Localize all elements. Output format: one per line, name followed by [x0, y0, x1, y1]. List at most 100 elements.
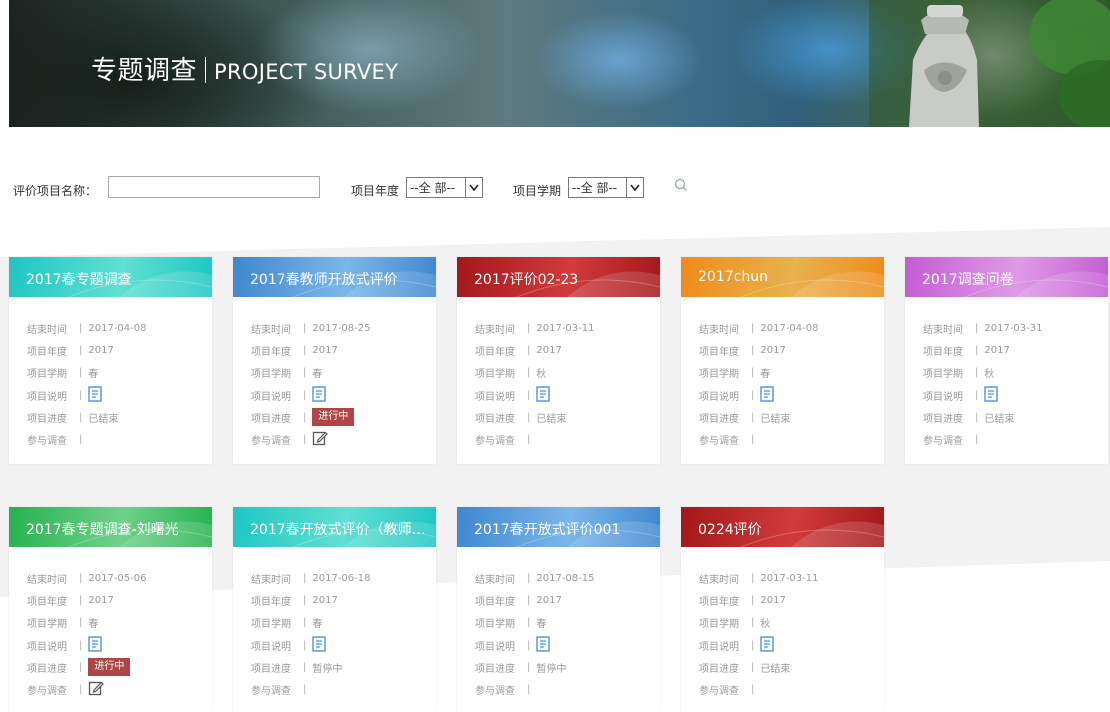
project-name-input[interactable] — [108, 176, 320, 198]
description-row: 项目说明 | — [699, 634, 884, 656]
year-label: 项目年度 — [27, 346, 67, 358]
card-title[interactable]: 2017春教师开放式评价 — [250, 269, 398, 289]
description-row: 项目说明 | — [475, 384, 660, 406]
join-survey-label: 参与调查 — [251, 686, 291, 698]
description-label: 项目说明 — [699, 391, 739, 403]
filter-bar: 评价项目名称： 项目年度 --全 部-- 项目学期 --全 部-- — [0, 168, 1110, 208]
year-select[interactable]: --全 部-- — [406, 177, 483, 198]
separator: | — [303, 684, 307, 696]
card-header[interactable]: 2017春专题调查 — [9, 257, 212, 297]
card-header[interactable]: 2017春开放式评价（教师… — [233, 507, 436, 547]
year-label: 项目年度 — [699, 346, 739, 358]
year-label: 项目年度 — [251, 346, 291, 358]
end-time-value: 2017-03-11 — [760, 572, 819, 584]
card-title[interactable]: 2017调查问卷 — [922, 269, 1014, 289]
year-value: 2017 — [760, 344, 786, 356]
term-label: 项目学期 — [475, 369, 515, 381]
document-icon[interactable] — [536, 385, 551, 405]
progress-label: 项目进度 — [699, 663, 739, 675]
survey-card[interactable]: 2017调查问卷 结束时间 | 2017-03-31 项目年度 | 2017 项目学… — [905, 257, 1108, 464]
survey-card[interactable]: 2017chun 结束时间 | 2017-04-08 项目年度 | 2017 项目学… — [681, 257, 884, 464]
separator: | — [303, 389, 307, 401]
term-value: 春 — [312, 619, 323, 631]
card-header[interactable]: 2017chun — [681, 257, 884, 297]
separator: | — [975, 389, 979, 401]
end-time-row: 结束时间 | 2017-03-11 — [699, 567, 884, 589]
term-label: 项目学期 — [699, 619, 739, 631]
card-header[interactable]: 2017春开放式评价001 — [457, 507, 660, 547]
year-row: 项目年度 | 2017 — [251, 339, 436, 361]
progress-label: 项目进度 — [27, 413, 67, 425]
edit-icon[interactable] — [88, 680, 105, 699]
separator: | — [527, 434, 531, 446]
term-value: 秋 — [536, 369, 547, 381]
join-survey-row: 参与调查 | — [27, 678, 212, 700]
term-row: 项目学期 | 春 — [27, 612, 212, 634]
survey-card[interactable]: 2017春开放式评价（教师… 结束时间 | 2017-06-18 项目年度 | 20… — [233, 507, 436, 712]
year-row: 项目年度 | 2017 — [923, 339, 1108, 361]
card-header[interactable]: 2017评价02-23 — [457, 257, 660, 297]
separator: | — [527, 367, 531, 379]
document-icon[interactable] — [760, 635, 775, 655]
edit-icon[interactable] — [312, 430, 329, 449]
description-row: 项目说明 | — [699, 384, 884, 406]
year-label: 项目年度 — [351, 184, 400, 198]
end-time-row: 结束时间 | 2017-08-15 — [475, 567, 660, 589]
term-value: 春 — [88, 369, 99, 381]
separator: | — [527, 639, 531, 651]
progress-row: 项目进度 | 已结束 — [923, 406, 1108, 428]
end-time-row: 结束时间 | 2017-06-18 — [251, 567, 436, 589]
survey-card[interactable]: 2017春开放式评价001 结束时间 | 2017-08-15 项目年度 | 201… — [457, 507, 660, 712]
document-icon[interactable] — [88, 635, 103, 655]
term-select[interactable]: --全 部-- — [568, 177, 644, 198]
document-icon[interactable] — [984, 385, 999, 405]
year-row: 项目年度 | 2017 — [475, 589, 660, 611]
card-title[interactable]: 2017春专题调查-刘曙光 — [26, 519, 179, 539]
card-title[interactable]: 2017春开放式评价001 — [474, 519, 620, 539]
card-header[interactable]: 0224评价 — [681, 507, 884, 547]
separator: | — [303, 594, 307, 606]
year-value: 2017 — [312, 344, 338, 356]
document-icon[interactable] — [312, 385, 327, 405]
card-header[interactable]: 2017春专题调查-刘曙光 — [9, 507, 212, 547]
term-value: 春 — [760, 369, 771, 381]
separator: | — [751, 344, 755, 356]
end-time-row: 结束时间 | 2017-04-08 — [27, 317, 212, 339]
separator: | — [751, 322, 755, 334]
term-row: 项目学期 | 秋 — [923, 362, 1108, 384]
card-body: 结束时间 | 2017-03-11 项目年度 | 2017 项目学期 | 秋 项目说明… — [681, 547, 884, 701]
document-icon[interactable] — [88, 385, 103, 405]
description-row: 项目说明 | — [27, 384, 212, 406]
document-icon[interactable] — [536, 635, 551, 655]
card-title[interactable]: 2017评价02-23 — [474, 269, 578, 289]
description-row: 项目说明 | — [923, 384, 1108, 406]
search-icon[interactable] — [672, 176, 692, 196]
card-title[interactable]: 2017春专题调查 — [26, 269, 132, 289]
separator: | — [751, 639, 755, 651]
card-title[interactable]: 2017chun — [698, 269, 768, 285]
document-icon[interactable] — [312, 635, 327, 655]
term-label: 项目学期 — [27, 619, 67, 631]
card-header[interactable]: 2017调查问卷 — [905, 257, 1108, 297]
progress-row: 项目进度 | 进行中 — [251, 406, 436, 428]
card-title[interactable]: 0224评价 — [698, 519, 762, 539]
card-body: 结束时间 | 2017-05-06 项目年度 | 2017 项目学期 | 春 项目说明… — [9, 547, 212, 701]
progress-value: 已结束 — [536, 413, 567, 425]
survey-card[interactable]: 2017春专题调查 结束时间 | 2017-04-08 项目年度 | 2017 项目… — [9, 257, 212, 464]
survey-card[interactable]: 0224评价 结束时间 | 2017-03-11 项目年度 | 2017 项目学期 … — [681, 507, 884, 712]
card-title[interactable]: 2017春开放式评价（教师… — [250, 519, 426, 539]
progress-row: 项目进度 | 暂停中 — [475, 656, 660, 678]
separator: | — [79, 322, 83, 334]
separator: | — [527, 344, 531, 356]
survey-card[interactable]: 2017评价02-23 结束时间 | 2017-03-11 项目年度 | 2017 … — [457, 257, 660, 464]
survey-card[interactable]: 2017春专题调查-刘曙光 结束时间 | 2017-05-06 项目年度 | 201… — [9, 507, 212, 712]
separator: | — [975, 434, 979, 446]
separator: | — [79, 344, 83, 356]
progress-label: 项目进度 — [251, 663, 291, 675]
title-cn: 专题调查 — [91, 56, 198, 86]
card-header[interactable]: 2017春教师开放式评价 — [233, 257, 436, 297]
year-value: 2017 — [536, 594, 562, 606]
document-icon[interactable] — [760, 385, 775, 405]
end-time-label: 结束时间 — [475, 574, 515, 586]
survey-card[interactable]: 2017春教师开放式评价 结束时间 | 2017-08-25 项目年度 | 2017… — [233, 257, 436, 464]
